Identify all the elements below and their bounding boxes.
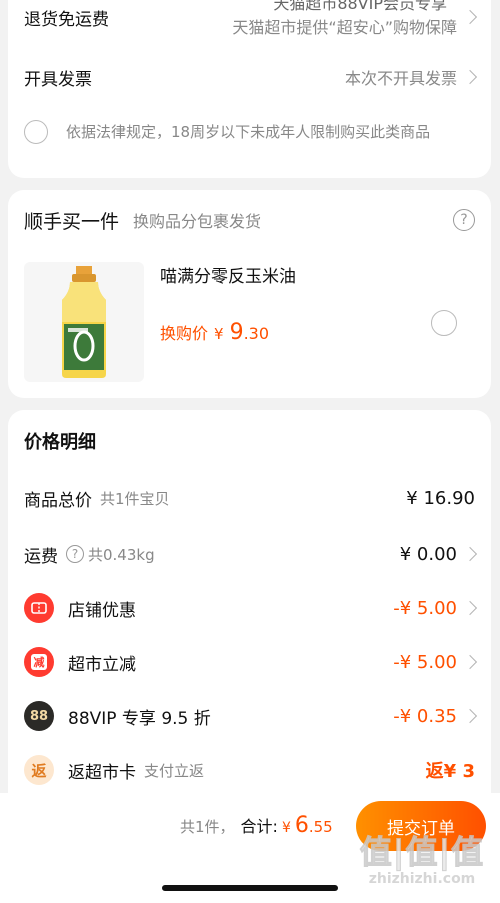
invoice-label: 开具发票 (24, 69, 92, 90)
item-count: 共1件， (180, 818, 235, 836)
chevron-right-icon (462, 9, 478, 25)
addon-product-name[interactable]: 喵满分零反玉米油 (160, 262, 296, 287)
invoice-row[interactable]: 开具发票 本次不开具发票 (24, 62, 478, 92)
age-notice-text: 依据法律规定，18周岁以下未成年人限制购买此类商品 (66, 122, 431, 141)
row-value: -¥ 5.00 (393, 597, 457, 619)
price-detail-title: 价格明细 (24, 432, 96, 453)
home-indicator (162, 885, 338, 891)
price-int: 9 (229, 320, 244, 345)
row-label: 88VIP 专享 9.5 折 (68, 708, 211, 729)
price-row-total: 商品总价 共1件宝贝 ¥ 16.90 (24, 484, 475, 512)
price-currency: ¥ (214, 325, 224, 343)
chevron-right-icon (462, 69, 478, 85)
price-label: 换购价 (160, 324, 209, 343)
oil-bottle-icon (62, 266, 106, 378)
watermark: 值|值|值 zhizhizhi.com (352, 827, 492, 888)
total-int: 6 (294, 813, 309, 838)
row-value: ¥ 0.00 (399, 543, 457, 565)
row-label: 商品总价 (24, 490, 92, 511)
addon-product-price: 换购价 ¥ 9 .30 (160, 320, 269, 345)
price-row-rebate: 返 返超市卡 支付立返 返¥ 3 (24, 755, 475, 785)
price-row-shipping[interactable]: 运费 ? 共0.43kg ¥ 0.00 (24, 540, 478, 568)
chevron-right-icon (462, 708, 478, 724)
total-label: 合计: (240, 817, 278, 836)
price-detail-card: 价格明细 商品总价 共1件宝贝 ¥ 16.90 运费 ? 共0.43kg ¥ 0… (8, 410, 491, 810)
row-value: 返¥ 3 (425, 761, 475, 782)
addon-card: 顺手买一件 换购品分包裹发货 ? 喵满分零反玉米油 换购价 ¥ 9 .30 (8, 190, 491, 398)
price-row-vip[interactable]: 88 88VIP 专享 9.5 折 -¥ 0.35 (24, 701, 478, 731)
addon-subtitle: 换购品分包裹发货 (133, 212, 262, 231)
total-dec: .55 (308, 818, 333, 836)
addon-header: 顺手买一件 换购品分包裹发货 ? (24, 206, 475, 234)
row-sub: 支付立返 (144, 761, 205, 780)
chevron-right-icon (462, 546, 478, 562)
row-label: 超市立减 (68, 654, 136, 675)
return-shipping-value: 天猫超市提供“超安心”购物保障 (232, 18, 457, 37)
question-circle-icon[interactable]: ? (66, 545, 84, 563)
total-currency: ¥ (281, 820, 291, 836)
price-row-shop-discount[interactable]: 店铺优惠 -¥ 5.00 (24, 593, 478, 623)
rebate-icon: 返 (24, 755, 54, 785)
age-notice-row[interactable]: 依据法律规定，18周岁以下未成年人限制购买此类商品 (24, 120, 461, 144)
row-label: 运费 (24, 546, 58, 567)
return-shipping-row[interactable]: 退货免运费 天猫超市提供“超安心”购物保障 (24, 2, 478, 37)
service-card: 天猫超市88VIP会员专享 退货免运费 天猫超市提供“超安心”购物保障 开具发票… (8, 0, 491, 178)
addon-title: 顺手买一件 (24, 210, 120, 233)
row-value: ¥ 16.90 (406, 487, 475, 509)
discount-icon: 减 (24, 647, 54, 677)
addon-product-image[interactable] (24, 262, 144, 382)
bottom-bar: 共1件， 合计: ¥ 6 .55 提交订单 值|值|值 zhizhizhi.co… (0, 793, 500, 903)
chevron-right-icon (462, 654, 478, 670)
return-shipping-label: 退货免运费 (24, 9, 109, 30)
question-circle-icon[interactable]: ? (453, 209, 475, 231)
row-value: -¥ 5.00 (393, 651, 457, 673)
price-dec: .30 (243, 324, 270, 343)
row-sub: 共0.43kg (88, 545, 155, 564)
order-total: 共1件， 合计: ¥ 6 .55 (180, 813, 333, 838)
row-label: 店铺优惠 (68, 600, 136, 621)
watermark-url: zhizhizhi.com (368, 871, 476, 887)
row-label: 返超市卡 (68, 762, 136, 783)
coupon-icon (24, 593, 54, 623)
row-value: -¥ 0.35 (393, 705, 457, 727)
chevron-right-icon (462, 600, 478, 616)
age-notice-radio[interactable] (24, 120, 48, 144)
invoice-value: 本次不开具发票 (344, 69, 457, 88)
vip88-icon: 88 (24, 701, 54, 731)
row-sub: 共1件宝贝 (100, 489, 170, 508)
watermark-logo: 值|值|值 (359, 833, 485, 872)
price-row-market-discount[interactable]: 减 超市立减 -¥ 5.00 (24, 647, 478, 677)
addon-select-radio[interactable] (431, 310, 457, 336)
